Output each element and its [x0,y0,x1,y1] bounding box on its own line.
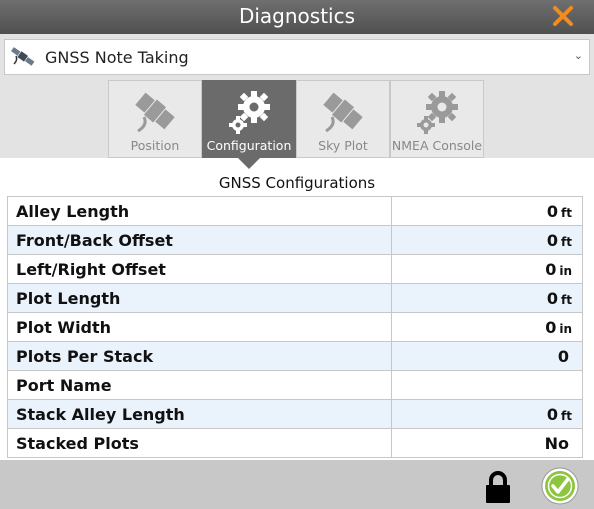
row-label: Front/Back Offset [7,225,392,255]
row-value: No [391,428,583,458]
row-label: Stack Alley Length [7,399,392,429]
title-bar: Diagnostics [0,0,594,34]
satellite-icon [135,92,175,133]
lock-icon[interactable] [484,470,512,504]
row-unit: ft [561,292,572,307]
table-row[interactable]: Plot Length 0 ft [7,283,583,313]
row-value-text: 0 [545,317,557,337]
window-title: Diagnostics [238,4,356,28]
table-row[interactable]: Stacked Plots No [7,428,583,458]
row-value: 0 ft [391,225,583,255]
tab-configuration[interactable]: Configuration [202,80,296,158]
row-label: Plots Per Stack [7,341,392,371]
tab-nmea-console[interactable]: NMEA Console [390,80,484,158]
tab-sky-plot-label: Sky Plot [318,138,368,153]
row-value-text: 0 [546,230,559,250]
row-unit: in [559,263,572,278]
row-label: Port Name [7,370,392,400]
tab-position[interactable]: Position [108,80,202,158]
row-value-text: 0 [546,404,559,424]
row-value-text: 0 [546,288,559,308]
row-value: 0 [391,341,583,371]
tab-position-label: Position [130,138,180,153]
gears-icon [229,91,270,134]
row-value-text: 0 [546,201,559,221]
row-label: Plot Width [7,312,392,342]
satellite-icon [11,47,35,66]
row-value-text: 0 [545,259,557,279]
device-select[interactable]: GNSS Note Taking ⌄ [4,39,590,75]
table-row[interactable]: Port Name [7,370,583,400]
config-table: Alley Length 0 ft Front/Back Offset 0 ft L… [7,196,583,458]
table-row[interactable]: Left/Right Offset 0 in [7,254,583,284]
row-value: 0 ft [391,283,583,313]
table-row[interactable]: Alley Length 0 ft [7,196,583,226]
table-row[interactable]: Front/Back Offset 0 ft [7,225,583,255]
section-title: GNSS Configurations [218,174,376,192]
ok-button[interactable] [541,467,579,505]
gears-icon [417,91,458,134]
row-value: 0 ft [391,196,583,226]
row-value: 0 in [391,312,583,342]
close-icon[interactable] [552,5,574,27]
row-value [391,370,583,400]
row-label: Alley Length [7,196,392,226]
satellite-icon [323,92,363,133]
row-value: 0 ft [391,399,583,429]
device-select-value: GNSS Note Taking [45,48,189,67]
table-row[interactable]: Stack Alley Length 0 ft [7,399,583,429]
chevron-down-icon[interactable]: ⌄ [574,49,583,62]
row-value-text: 0 [557,346,569,366]
row-label: Left/Right Offset [7,254,392,284]
active-tab-pointer [237,157,261,169]
table-row[interactable]: Plots Per Stack 0 [7,341,583,371]
row-label: Stacked Plots [7,428,392,458]
row-value-text: No [544,433,569,453]
tab-configuration-label: Configuration [206,138,292,153]
tab-sky-plot[interactable]: Sky Plot [296,80,390,158]
row-unit: in [559,321,572,336]
tab-nmea-console-label: NMEA Console [391,138,483,153]
row-unit: ft [561,408,572,423]
table-row[interactable]: Plot Width 0 in [7,312,583,342]
row-label: Plot Length [7,283,392,313]
row-unit: ft [561,234,572,249]
row-value: 0 in [391,254,583,284]
row-unit: ft [561,205,572,220]
